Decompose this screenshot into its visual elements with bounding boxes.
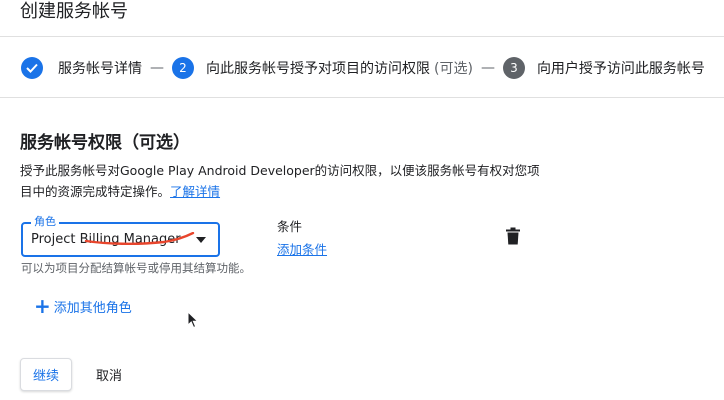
permissions-description: 授予此服务帐号对Google Play Android Developer的访问… [20,160,540,202]
trash-icon[interactable] [505,227,521,245]
add-role-label: 添加其他角色 [53,300,132,316]
caret-down-icon[interactable] [196,237,206,243]
create-service-account-page: 创建服务帐号 服务帐号详情 — 2 向此服务帐号授予对项目的访问权限 (可选) … [0,0,724,400]
condition-label: 条件 [277,219,303,234]
continue-button[interactable]: 继续 [20,358,72,391]
add-condition-link[interactable]: 添加条件 [277,239,327,258]
add-role-button[interactable]: + 添加其他角色 [34,296,132,316]
step-1-check-icon[interactable] [21,57,43,79]
description-text: 授予此服务帐号对Google Play Android Developer的访问… [20,163,540,199]
step-2-label[interactable]: 向此服务帐号授予对项目的访问权限 [206,58,430,78]
page-title: 创建服务帐号 [20,1,128,22]
step-3-label[interactable]: 向用户授予访问此服务帐号 [537,58,705,78]
role-hint: 可以为项目分配结算帐号或停用其结算功能。 [21,261,251,275]
learn-more-link[interactable]: 了解详情 [170,184,220,199]
check-icon [26,63,38,73]
cancel-button[interactable]: 取消 [84,358,134,391]
plus-icon: + [34,294,51,318]
step-separator: — [150,60,164,76]
stepper: 服务帐号详情 — 2 向此服务帐号授予对项目的访问权限 (可选) — 3 向用户… [0,36,724,98]
step-3-number[interactable]: 3 [502,57,525,79]
step-2-number[interactable]: 2 [172,57,194,79]
step-separator: — [480,60,495,76]
red-underline-annotation [84,232,195,246]
permissions-title: 服务帐号权限（可选） [20,133,190,153]
role-field-label: 角色 [31,215,59,229]
step-2-optional: (可选) [434,61,473,77]
step-row: 服务帐号详情 — 2 向此服务帐号授予对项目的访问权限 (可选) — 3 向用户… [21,57,705,79]
mouse-pointer-icon [187,311,199,329]
step-1-label[interactable]: 服务帐号详情 [58,58,142,78]
